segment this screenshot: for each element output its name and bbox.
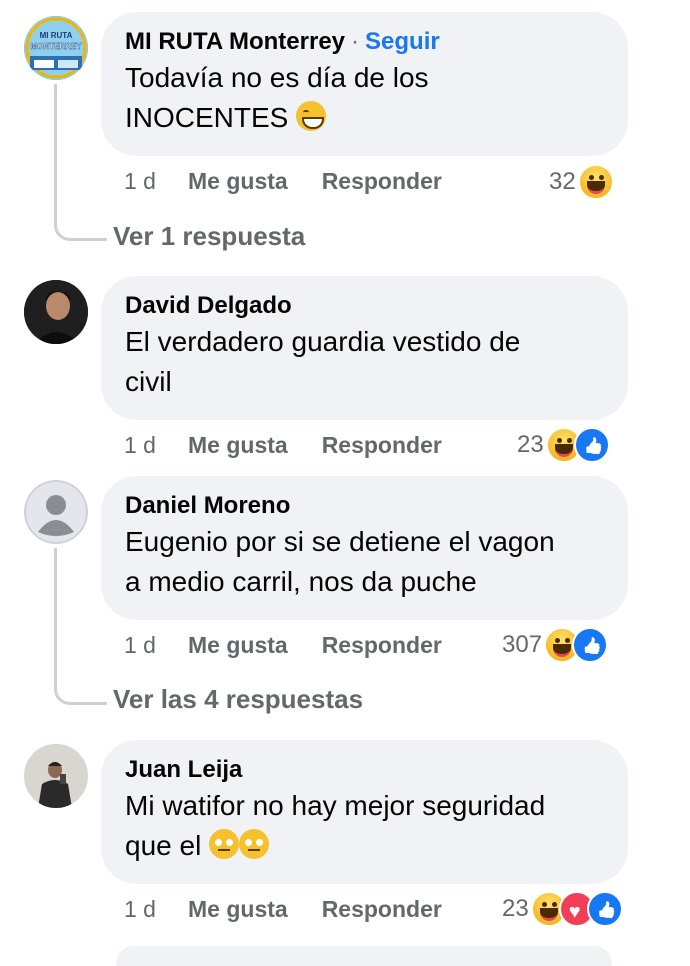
like-button[interactable]: Me gusta [188, 164, 288, 198]
comment-time[interactable]: 1 d [124, 164, 188, 198]
comment-actions: 1 d Me gusta Responder [124, 164, 442, 198]
like-reaction-icon [573, 427, 610, 463]
comment-text: Eugenio por si se detiene el vagon a med… [125, 526, 555, 597]
reaction-count: 32 [549, 168, 576, 195]
avatar[interactable] [24, 480, 88, 544]
reaction-count: 23 [517, 431, 544, 458]
comment-actions: 1 d Me gusta Responder [124, 628, 442, 662]
view-replies-link[interactable]: Ver las 4 respuestas [113, 684, 363, 715]
comment-author[interactable]: Juan Leija [125, 756, 242, 783]
comment-bubble: Juan Leija Mi watifor no hay mejor segur… [101, 740, 628, 884]
reaction-summary[interactable]: 307 [502, 625, 609, 665]
reaction-summary[interactable]: 23 [517, 425, 610, 465]
svg-text:MI RUTA: MI RUTA [40, 31, 73, 40]
reply-button[interactable]: Responder [322, 892, 442, 926]
person-photo-icon [24, 280, 88, 344]
comment-text: Mi watifor no hay mejor seguridad que el [125, 790, 546, 861]
like-reaction-icon [586, 891, 623, 927]
view-replies-link[interactable]: Ver 1 respuesta [113, 221, 305, 252]
raised-eyebrow-emoji-icon [239, 829, 270, 859]
next-comment-bubble-edge [116, 946, 612, 966]
reaction-count: 307 [502, 631, 543, 658]
comment-bubble: David Delgado El verdadero guardia vesti… [101, 276, 628, 420]
mi-ruta-logo-icon: MI RUTA MONTERREY [24, 16, 88, 80]
grinning-sweat-emoji-icon [296, 101, 327, 131]
reaction-summary[interactable]: 23 [502, 889, 623, 932]
avatar[interactable] [24, 744, 88, 808]
thread-line [54, 548, 107, 705]
avatar[interactable]: MI RUTA MONTERREY [24, 16, 88, 80]
reply-button[interactable]: Responder [322, 628, 442, 662]
comment-time[interactable]: 1 d [124, 892, 188, 926]
like-button[interactable]: Me gusta [188, 892, 288, 926]
person-photo-icon [24, 744, 88, 808]
reaction-count: 23 [502, 895, 529, 922]
comment-actions: 1 d Me gusta Responder [124, 428, 442, 462]
reply-button[interactable]: Responder [322, 164, 442, 198]
haha-reaction-icon [577, 164, 614, 200]
thread-line [54, 84, 107, 241]
comment-author[interactable]: MI RUTA Monterrey [125, 28, 345, 55]
comment-time[interactable]: 1 d [124, 428, 188, 462]
reply-button[interactable]: Responder [322, 428, 442, 462]
comment-actions: 1 d Me gusta Responder [124, 892, 442, 926]
like-button[interactable]: Me gusta [188, 428, 288, 462]
comment-author[interactable]: Daniel Moreno [125, 492, 290, 519]
default-profile-icon [24, 480, 88, 544]
like-reaction-icon [572, 627, 609, 663]
reaction-summary[interactable]: 32 [549, 162, 614, 202]
comment-text: El verdadero guardia vestido de civil [125, 326, 521, 397]
comment-bubble: Daniel Moreno Eugenio por si se detiene … [101, 476, 628, 620]
comment-bubble: MI RUTA Monterrey · Seguir Todavía no es d… [101, 12, 628, 156]
like-button[interactable]: Me gusta [188, 628, 288, 662]
separator-dot: · [351, 28, 360, 55]
comment-author[interactable]: David Delgado [125, 292, 292, 319]
raised-eyebrow-emoji-icon [209, 829, 240, 859]
avatar[interactable] [24, 280, 88, 344]
follow-button[interactable]: Seguir [365, 28, 440, 55]
comment-text: Todavía no es día de los INOCENTES [125, 62, 429, 133]
svg-text:MONTERREY: MONTERREY [30, 42, 82, 51]
comment-time[interactable]: 1 d [124, 628, 188, 662]
